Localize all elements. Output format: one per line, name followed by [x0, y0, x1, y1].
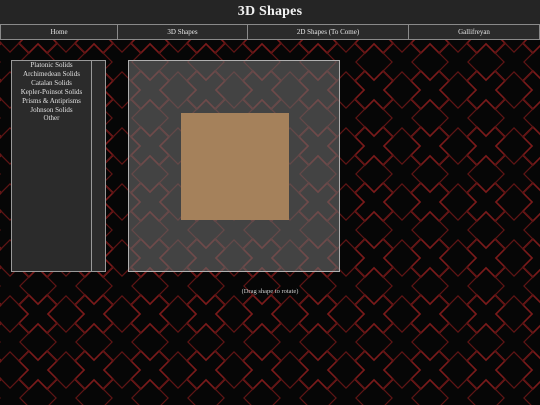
- nav-tab-home[interactable]: Home: [0, 24, 118, 40]
- sidebar-item-prisms-antiprisms[interactable]: Prisms & Antiprisms: [12, 97, 91, 106]
- main-nav: Home 3D Shapes 2D Shapes (To Come) Galli…: [0, 24, 540, 40]
- shape-category-list: Platonic Solids Archimedean Solids Catal…: [11, 60, 92, 272]
- sidebar-item-archimedean-solids[interactable]: Archimedean Solids: [12, 70, 91, 79]
- sidebar-item-kepler-poinsot-solids[interactable]: Kepler-Poinsot Solids: [12, 88, 91, 97]
- sidebar-item-catalan-solids[interactable]: Catalan Solids: [12, 79, 91, 88]
- site-header: 3D Shapes: [0, 0, 540, 24]
- viewer-caption: (Drag shape to rotate): [241, 288, 299, 295]
- nav-tab-2d-shapes[interactable]: 2D Shapes (To Come): [248, 24, 409, 40]
- sidebar-scrollbar[interactable]: [92, 60, 106, 272]
- rotatable-shape[interactable]: [181, 113, 289, 220]
- shape-viewer[interactable]: [128, 60, 340, 272]
- nav-tab-3d-shapes[interactable]: 3D Shapes: [118, 24, 248, 40]
- sidebar-item-johnson-solids[interactable]: Johnson Solids: [12, 106, 91, 115]
- page-title: 3D Shapes: [237, 4, 303, 19]
- nav-tab-gallifreyan[interactable]: Gallifreyan: [409, 24, 540, 40]
- sidebar-item-platonic-solids[interactable]: Platonic Solids: [12, 61, 91, 70]
- sidebar-item-other[interactable]: Other: [12, 114, 91, 123]
